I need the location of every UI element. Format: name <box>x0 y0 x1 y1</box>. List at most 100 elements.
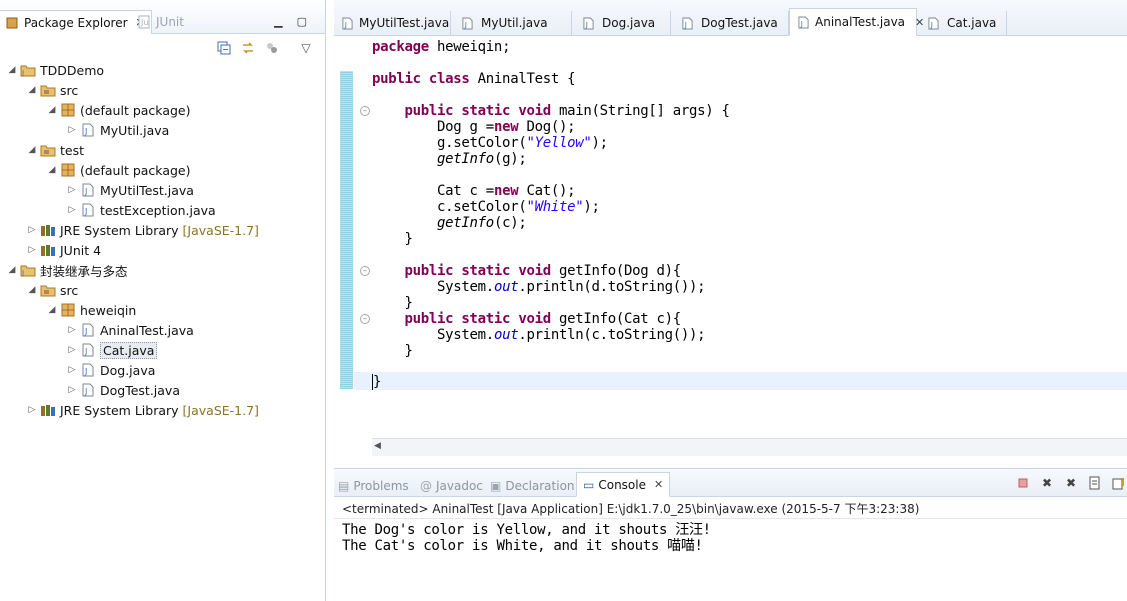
library-icon <box>40 242 56 258</box>
code-text: Cat(); <box>518 183 576 199</box>
collapsed-arrow-icon[interactable]: ▷ <box>26 245 38 255</box>
code-line: Cat c =new Cat(); <box>372 183 576 199</box>
code-editor[interactable]: – – – package heweiqin; public class Ani… <box>334 36 1127 489</box>
bottom-tabbar: ▤ Problems @ Javadoc ▣ Declaration ▭ Console ✕ <box>334 469 1127 497</box>
tree-item[interactable]: ◢ test <box>26 140 84 160</box>
code-text: Dog(); <box>518 119 576 135</box>
spacer: ▷ <box>68 125 76 135</box>
code-line: System.out.println(c.toString()); <box>372 327 706 343</box>
tree-item[interactable]: ◢ (default package) <box>46 100 191 120</box>
tree-item[interactable]: ◢ J 封装继承与多态 <box>6 260 128 280</box>
panel-tab[interactable]: ▣ Declaration <box>490 475 575 497</box>
tree-item[interactable]: ▷ JRE System Library [JavaSE-1.7] <box>26 400 259 420</box>
svg-text:J: J <box>683 20 686 29</box>
string-literal: "Yellow" <box>526 135 592 151</box>
link-with-editor-icon[interactable] <box>240 40 256 56</box>
scroll-left-icon[interactable]: ◀ <box>374 441 381 451</box>
expanded-arrow-icon[interactable]: ◢ <box>46 165 58 175</box>
java-file-icon: J <box>80 342 96 358</box>
editor-tab[interactable]: J Dog.java <box>572 11 671 35</box>
java-file-icon: J <box>925 15 941 31</box>
tree-item-label: testException.java <box>100 202 216 218</box>
tree-item[interactable]: ◢ (default package) <box>46 160 191 180</box>
editor-tab[interactable]: J AninalTest.java ✕ <box>789 8 924 36</box>
tree-item[interactable]: ◢ heweiqin <box>46 300 137 320</box>
expanded-arrow-icon[interactable]: ◢ <box>26 145 38 155</box>
tree-item[interactable]: ▷ JRE System Library [JavaSE-1.7] <box>26 220 259 240</box>
collapsed-arrow-icon[interactable]: ▷ <box>26 225 38 235</box>
svg-text:J: J <box>463 20 466 29</box>
svg-text:J: J <box>84 367 87 376</box>
code-text: ); <box>583 199 600 215</box>
code-line: } <box>372 343 413 359</box>
maximize-icon[interactable]: ▢ <box>297 15 307 28</box>
editor-tab[interactable]: J Cat.java <box>917 11 1007 35</box>
panel-tab[interactable]: ▤ Problems <box>338 475 409 497</box>
collapsed-arrow-icon[interactable]: ▷ <box>26 405 38 415</box>
spacer: ▷ <box>68 365 76 375</box>
code-line: } <box>372 231 413 247</box>
editor-tab-label: Dog.java <box>602 16 656 30</box>
expanded-arrow-icon[interactable]: ◢ <box>46 305 58 315</box>
code-line: Dog g =new Dog(); <box>372 119 576 135</box>
clear-console-icon[interactable] <box>1087 475 1103 491</box>
editor-tab-label: MyUtilTest.java <box>359 16 450 30</box>
package-icon <box>60 102 76 118</box>
java-file-icon: J <box>580 15 596 31</box>
tree-item[interactable]: ▷ JUnit 4 <box>26 240 102 260</box>
remove-launch-icon[interactable]: ✖ <box>1039 475 1055 491</box>
code-text: } <box>404 295 413 311</box>
tree-item-decoration: [JavaSE-1.7] <box>182 402 259 418</box>
tree-item[interactable]: ◢ src <box>26 80 79 100</box>
code-text: c.setColor( <box>437 199 527 215</box>
editor-tab[interactable]: J MyUtil.java <box>451 11 572 35</box>
console-output-line: The Cat's color is White, and it shouts … <box>342 538 703 554</box>
minimize-icon[interactable]: ▁ <box>274 15 282 28</box>
terminate-icon[interactable] <box>1015 475 1031 491</box>
tree-item[interactable]: ▷ J MyUtil.java <box>66 120 170 140</box>
tree-item-label: TDDDemo <box>40 62 105 78</box>
code-text: Dog g = <box>437 119 494 135</box>
code-line: System.out.println(d.toString()); <box>372 279 706 295</box>
editor-tab[interactable]: J DogTest.java <box>671 11 789 35</box>
expanded-arrow-icon[interactable]: ◢ <box>6 65 18 75</box>
svg-text:J: J <box>84 347 87 356</box>
horizontal-scrollbar[interactable]: ◀ <box>372 438 1127 456</box>
tree-item[interactable]: ▷ J MyUtilTest.java <box>66 180 194 200</box>
tree-item[interactable]: ▷ J DogTest.java <box>66 380 180 400</box>
editor-tabbar: J MyUtilTest.java J MyUtil.java J Dog.java J Do… <box>334 0 1127 36</box>
java-file-icon: J <box>459 15 475 31</box>
focus-icon[interactable] <box>264 40 280 56</box>
fold-toggle-icon[interactable]: – <box>360 106 370 116</box>
editor-tab[interactable]: J MyUtilTest.java <box>334 11 451 35</box>
package-explorer-icon <box>4 15 20 31</box>
tree-item[interactable]: ◢ J TDDDemo <box>6 60 105 80</box>
tree-item[interactable]: ◢ src <box>26 280 79 300</box>
java-file-icon: J <box>80 182 96 198</box>
panel-tab[interactable]: @ Javadoc <box>420 475 483 497</box>
tree-item-label: JRE System Library <box>60 402 179 418</box>
scroll-lock-icon[interactable] <box>1111 475 1127 491</box>
fold-toggle-icon[interactable]: – <box>360 314 370 324</box>
javadoc-icon: @ <box>420 479 432 493</box>
package-explorer-view: Package Explorer ✕ Ju JUnit ▁ ▢ ▽ ◢JTDDD… <box>0 0 326 601</box>
tab-package-explorer[interactable]: Package Explorer ✕ <box>0 10 152 34</box>
tree-item[interactable]: ▷ J Dog.java <box>66 360 156 380</box>
tree-item[interactable]: ▷ JtestException.java <box>66 200 216 220</box>
tree-item[interactable]: ▷ J Cat.java <box>66 340 158 360</box>
expanded-arrow-icon[interactable]: ◢ <box>6 265 18 275</box>
expanded-arrow-icon[interactable]: ◢ <box>46 105 58 115</box>
tree-item[interactable]: ▷ J AninalTest.java <box>66 320 194 340</box>
fold-toggle-icon[interactable]: – <box>360 266 370 276</box>
tree-item-label: JUnit 4 <box>60 242 102 258</box>
tab-junit[interactable]: Ju JUnit <box>136 14 184 30</box>
view-menu-icon[interactable]: ▽ <box>298 40 314 56</box>
collapse-all-icon[interactable] <box>216 40 232 56</box>
expanded-arrow-icon[interactable]: ◢ <box>26 85 38 95</box>
close-icon[interactable]: ✕ <box>654 478 663 491</box>
expanded-arrow-icon[interactable]: ◢ <box>26 285 38 295</box>
code-text: AninalTest { <box>469 71 576 87</box>
tree-item-label: (default package) <box>80 102 191 118</box>
panel-tab[interactable]: ▭ Console ✕ <box>576 472 671 497</box>
remove-all-terminated-icon[interactable]: ✖ <box>1063 475 1079 491</box>
